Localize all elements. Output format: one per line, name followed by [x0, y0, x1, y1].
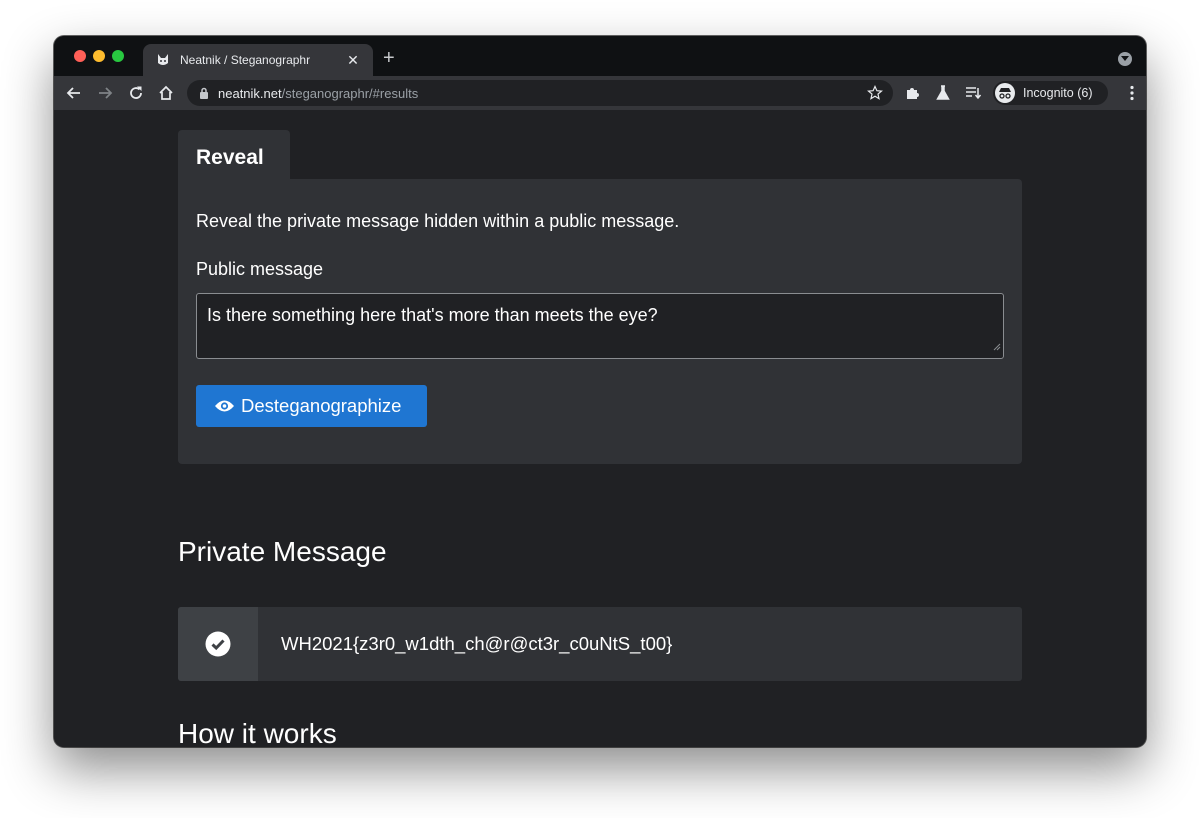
browser-tab[interactable]: Neatnik / Steganographr ✕ [143, 44, 373, 76]
private-message-value: WH2021{z3r0_w1dth_ch@r@ct3r_c0uNtS_t00} [281, 633, 673, 654]
desteganographize-label: Desteganographize [241, 395, 402, 416]
address-bar[interactable]: neatnik.net/steganographr/#results [187, 80, 893, 106]
reveal-panel: Reveal the private message hidden within… [178, 179, 1022, 464]
public-message-label: Public message [196, 259, 324, 279]
public-message-textarea[interactable]: Is there something here that's more than… [196, 293, 1004, 359]
lock-icon [199, 87, 209, 99]
private-message-heading: Private Message [178, 536, 387, 567]
labs-flask-icon[interactable] [934, 84, 952, 102]
check-circle-icon [205, 631, 231, 657]
result-icon-box [178, 607, 258, 681]
page-content: Reveal Reveal the private message hidden… [54, 110, 1146, 747]
tab-reveal[interactable]: Reveal [178, 130, 290, 180]
url-path: /steganographr/#results [281, 85, 419, 101]
more-menu-icon[interactable] [1130, 85, 1134, 106]
tab-search-icon[interactable] [1118, 52, 1132, 66]
reading-list-icon[interactable] [964, 84, 982, 102]
how-it-works-heading: How it works [178, 718, 337, 747]
browser-window: Neatnik / Steganographr ✕ + neatnik.net /… [54, 36, 1146, 747]
home-icon[interactable] [155, 82, 177, 104]
bookmark-star-icon[interactable] [867, 85, 883, 106]
tab-title: Neatnik / Steganographr [180, 53, 311, 67]
incognito-icon [995, 83, 1015, 103]
close-window-button[interactable] [74, 50, 86, 62]
private-message-result: WH2021{z3r0_w1dth_ch@r@ct3r_c0uNtS_t00} [178, 607, 1022, 681]
close-tab-icon[interactable]: ✕ [345, 52, 361, 69]
minimize-window-button[interactable] [93, 50, 105, 62]
desteganographize-button[interactable]: Desteganographize [196, 385, 427, 427]
maximize-window-button[interactable] [112, 50, 124, 62]
incognito-label: Incognito (6) [1023, 86, 1093, 100]
back-arrow-icon[interactable] [63, 82, 85, 104]
url-host: neatnik.net [218, 85, 282, 101]
resize-grip-icon[interactable] [993, 335, 1001, 356]
new-tab-icon[interactable]: + [383, 48, 395, 68]
public-message-value: Is there something here that's more than… [207, 305, 658, 325]
extensions-puzzle-icon[interactable] [903, 84, 921, 102]
reveal-description: Reveal the private message hidden within… [196, 211, 680, 231]
eye-icon [214, 399, 235, 413]
browser-toolbar: neatnik.net/steganographr/#results Incog… [54, 76, 1146, 110]
tab-strip: Neatnik / Steganographr ✕ + [54, 36, 1146, 76]
forward-arrow-icon[interactable] [94, 82, 116, 104]
cat-favicon-icon [155, 52, 171, 68]
incognito-profile-button[interactable]: Incognito (6) [993, 81, 1108, 105]
reload-icon[interactable] [125, 82, 147, 104]
